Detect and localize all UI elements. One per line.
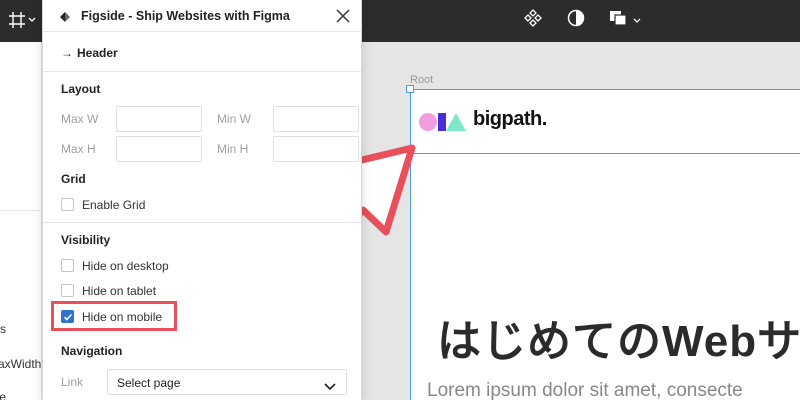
max-h-label: Max H bbox=[61, 142, 96, 156]
enable-grid-label[interactable]: Enable Grid bbox=[82, 198, 145, 212]
max-w-label: Max W bbox=[61, 112, 99, 126]
logo-bar bbox=[438, 113, 446, 131]
layers-panel: s axWidth te bbox=[0, 42, 42, 400]
close-icon bbox=[333, 9, 353, 30]
layer-item[interactable]: te bbox=[0, 390, 6, 400]
hide-on-tablet-checkbox[interactable] bbox=[61, 284, 74, 297]
close-button[interactable] bbox=[333, 6, 353, 26]
brand-name: bigpath. bbox=[473, 108, 547, 130]
grid-heading: Grid bbox=[61, 172, 86, 186]
logo-circle bbox=[419, 113, 437, 131]
hide-on-desktop-label[interactable]: Hide on desktop bbox=[82, 259, 169, 273]
header-selection-border bbox=[411, 153, 800, 154]
figside-plugin-window: Figside - Ship Websites with Figma → Hea… bbox=[42, 0, 362, 400]
divider bbox=[43, 222, 361, 223]
contrast-icon bbox=[566, 8, 586, 33]
root-frame[interactable]: bigpath. はじめてのWebサ Lorem ipsum dolor sit… bbox=[410, 89, 800, 400]
layer-item[interactable]: s bbox=[0, 322, 6, 336]
link-label: Link bbox=[61, 375, 84, 389]
breadcrumb[interactable]: → Header bbox=[43, 32, 361, 72]
plugin-title: Figside - Ship Websites with Figma bbox=[81, 9, 290, 23]
enable-grid-checkbox[interactable] bbox=[61, 198, 74, 211]
select-value: Select page bbox=[117, 376, 181, 390]
annotation-highlight-box bbox=[51, 301, 177, 331]
min-w-label: Min W bbox=[217, 112, 251, 126]
max-h-input[interactable] bbox=[116, 136, 202, 162]
hero-body-text: Lorem ipsum dolor sit amet, consecte bbox=[427, 380, 743, 400]
layer-item[interactable]: axWidth bbox=[0, 357, 41, 371]
min-w-input[interactable] bbox=[273, 106, 359, 132]
visibility-heading: Visibility bbox=[61, 233, 111, 247]
arrow-right-icon: → bbox=[61, 46, 73, 60]
navigation-heading: Navigation bbox=[61, 344, 123, 358]
layers-stack-icon bbox=[608, 8, 630, 33]
layout-heading: Layout bbox=[61, 82, 101, 96]
hide-on-desktop-checkbox[interactable] bbox=[61, 259, 74, 272]
max-w-input[interactable] bbox=[116, 106, 202, 132]
logo-triangle bbox=[446, 113, 466, 131]
frame-tool-button[interactable] bbox=[8, 8, 42, 32]
min-h-input[interactable] bbox=[273, 136, 359, 162]
chevron-down-icon bbox=[633, 11, 641, 29]
components-button[interactable] bbox=[523, 8, 543, 33]
resize-handle[interactable] bbox=[406, 85, 414, 93]
min-h-label: Min H bbox=[217, 142, 249, 156]
hide-on-tablet-label[interactable]: Hide on tablet bbox=[82, 284, 156, 298]
chevron-down-icon bbox=[28, 17, 36, 23]
components-icon bbox=[523, 8, 543, 33]
layers-menu-button[interactable] bbox=[608, 9, 641, 31]
theme-toggle-button[interactable] bbox=[566, 9, 586, 31]
brand-logo-shapes bbox=[419, 111, 467, 138]
link-page-select[interactable]: Select page bbox=[107, 369, 347, 395]
divider bbox=[0, 210, 41, 211]
hero-heading: はじめてのWebサ bbox=[437, 317, 800, 366]
breadcrumb-label: Header bbox=[77, 46, 118, 60]
plugin-header: Figside - Ship Websites with Figma bbox=[43, 0, 361, 32]
figside-logo-icon bbox=[59, 10, 71, 28]
chevron-down-icon bbox=[324, 378, 336, 396]
frame-icon bbox=[8, 11, 26, 29]
